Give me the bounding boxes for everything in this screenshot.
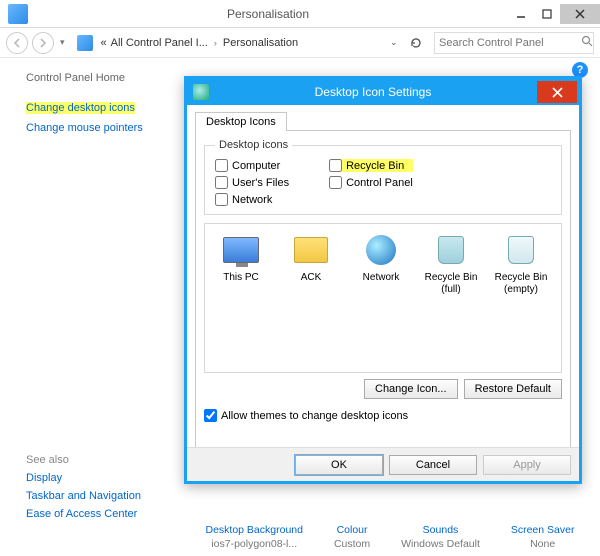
restore-default-button[interactable]: Restore Default	[464, 379, 562, 399]
icon-preview-box: This PC ACK Network Recycle Bin (full) R…	[204, 223, 562, 373]
desktop-background-link[interactable]: Desktop Backgroundios7-polygon08-l...	[205, 524, 302, 550]
search-icon[interactable]	[581, 35, 593, 50]
tab-panel: Desktop icons Computer User's Files Netw…	[195, 130, 571, 458]
history-dropdown[interactable]: ▾	[58, 37, 67, 48]
checkbox-recycle-bin[interactable]: Recycle Bin	[329, 159, 413, 172]
dialog-title: Desktop Icon Settings	[209, 85, 537, 99]
nav-bar: ▾ « All Control Panel I... › Personalisa…	[0, 28, 600, 58]
back-button[interactable]	[6, 32, 28, 54]
dialog-footer: OK Cancel Apply	[187, 447, 579, 481]
group-label: Desktop icons	[215, 139, 292, 151]
sounds-link[interactable]: SoundsWindows Default	[401, 524, 480, 550]
see-also-heading: See also	[26, 454, 141, 466]
forward-button[interactable]	[32, 32, 54, 54]
apply-button[interactable]: Apply	[483, 455, 571, 475]
ok-button[interactable]: OK	[295, 455, 383, 475]
minimize-button[interactable]	[508, 4, 534, 24]
search-box[interactable]	[434, 32, 594, 54]
colour-link[interactable]: ColourCustom	[334, 524, 370, 550]
location-icon	[77, 35, 93, 51]
window-title: Personalisation	[28, 7, 508, 21]
icon-network[interactable]: Network	[349, 232, 413, 284]
checkbox-computer[interactable]: Computer	[215, 159, 289, 172]
dialog-close-button[interactable]	[537, 81, 577, 103]
sidebar-change-mouse-pointers[interactable]: Change mouse pointers	[26, 122, 170, 134]
maximize-button[interactable]	[534, 4, 560, 24]
dialog-icon	[193, 84, 209, 100]
cancel-button[interactable]: Cancel	[389, 455, 477, 475]
icon-recycle-bin-full[interactable]: Recycle Bin (full)	[419, 232, 483, 296]
sidebar-home[interactable]: Control Panel Home	[26, 72, 170, 84]
see-also-taskbar[interactable]: Taskbar and Navigation	[26, 490, 141, 502]
icon-recycle-bin-empty[interactable]: Recycle Bin (empty)	[489, 232, 553, 296]
search-input[interactable]	[439, 37, 581, 49]
window-titlebar: Personalisation	[0, 0, 600, 28]
checkbox-allow-themes[interactable]: Allow themes to change desktop icons	[204, 409, 562, 422]
change-icon-button[interactable]: Change Icon...	[364, 379, 458, 399]
see-also: See also Display Taskbar and Navigation …	[26, 454, 141, 526]
address-dropdown[interactable]: ⌄	[390, 37, 402, 48]
see-also-display[interactable]: Display	[26, 472, 141, 484]
crumb-all-cpl[interactable]: All Control Panel I...	[111, 37, 208, 49]
icon-this-pc[interactable]: This PC	[209, 232, 273, 284]
refresh-button[interactable]	[406, 36, 426, 50]
crumb-personalisation[interactable]: Personalisation	[223, 37, 298, 49]
breadcrumb[interactable]: « All Control Panel I... › Personalisati…	[97, 37, 402, 49]
icon-ack[interactable]: ACK	[279, 232, 343, 284]
desktop-icons-group: Desktop icons Computer User's Files Netw…	[204, 139, 562, 215]
chevron-right-icon: ›	[212, 38, 219, 48]
checkbox-control-panel[interactable]: Control Panel	[329, 176, 413, 189]
crumb-sep: «	[101, 37, 107, 49]
checkbox-network[interactable]: Network	[215, 193, 289, 206]
theme-settings-row: Desktop Backgroundios7-polygon08-l... Co…	[190, 524, 590, 550]
app-icon	[8, 4, 28, 24]
checkbox-users-files[interactable]: User's Files	[215, 176, 289, 189]
tab-desktop-icons[interactable]: Desktop Icons	[195, 112, 287, 131]
see-also-ease[interactable]: Ease of Access Center	[26, 508, 141, 520]
close-button[interactable]	[560, 4, 600, 24]
dialog-titlebar[interactable]: Desktop Icon Settings	[187, 79, 579, 105]
screen-saver-link[interactable]: Screen SaverNone	[511, 524, 575, 550]
sidebar-change-desktop-icons[interactable]: Change desktop icons	[26, 102, 170, 114]
desktop-icon-settings-dialog: Desktop Icon Settings Desktop Icons Desk…	[184, 76, 582, 484]
sidebar: Control Panel Home Change desktop icons …	[0, 58, 180, 556]
